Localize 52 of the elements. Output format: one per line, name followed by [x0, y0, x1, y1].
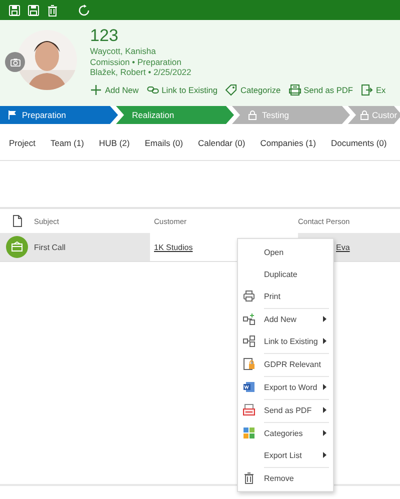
customer-link[interactable]: 1K Studios	[154, 242, 193, 252]
submenu-arrow-icon	[323, 407, 327, 413]
submenu-arrow-icon	[323, 384, 327, 390]
document-lock-icon	[243, 358, 255, 370]
delete-button[interactable]	[46, 4, 59, 16]
action-button[interactable]: Link to Existing	[146, 84, 218, 96]
lock-icon	[360, 110, 369, 120]
diagram-icon	[243, 335, 255, 347]
word-icon	[243, 381, 255, 393]
tag-icon	[225, 84, 238, 96]
categories-icon	[243, 427, 255, 439]
tab[interactable]: Calendar (0)	[198, 138, 246, 160]
tab[interactable]: Documents (0)	[330, 138, 387, 160]
tab[interactable]: HUB (2)	[99, 138, 130, 160]
camera-button[interactable]	[5, 52, 25, 72]
menu-item[interactable]: Link to Existing	[238, 330, 333, 352]
link-icon	[146, 84, 159, 96]
export-icon	[360, 84, 373, 96]
menu-item[interactable]: Print	[238, 285, 333, 307]
tab[interactable]: Companies (1)	[260, 138, 316, 160]
lock-icon	[248, 110, 257, 120]
stage-step[interactable]: Preparation	[0, 106, 118, 124]
contact-link[interactable]: Eva	[336, 242, 350, 252]
table-cell: First Call	[34, 242, 66, 252]
refresh-button[interactable]	[78, 4, 91, 16]
menu-item[interactable]: Open	[238, 241, 333, 263]
tab[interactable]: Team (1)	[50, 138, 84, 160]
record-title: 123	[90, 26, 120, 46]
submenu-arrow-icon	[323, 338, 327, 344]
action-button[interactable]: Ex	[360, 84, 386, 96]
record-detail: Waycott, Kanisha	[90, 46, 157, 56]
email-icon	[6, 236, 28, 258]
camera-icon	[10, 58, 20, 66]
record-detail: Comission • Preparation	[90, 56, 182, 67]
trash-icon	[243, 472, 255, 484]
action-button[interactable]: Categorize	[225, 84, 281, 96]
submenu-arrow-icon	[323, 452, 327, 458]
submenu-arrow-icon	[323, 430, 327, 436]
menu-item[interactable]: Duplicate	[238, 263, 333, 285]
menu-item[interactable]: Export List	[238, 444, 333, 466]
plus-icon	[90, 84, 102, 96]
action-button[interactable]: Add New	[90, 84, 139, 96]
flag-icon	[8, 110, 17, 120]
submenu-arrow-icon	[323, 316, 327, 322]
record-detail: Blažek, Robert • 2/25/2022	[90, 67, 192, 78]
diagram-add-icon	[243, 313, 255, 325]
tab[interactable]: Emails (0)	[144, 138, 183, 160]
action-button[interactable]: Send as PDF	[288, 84, 353, 96]
printer-icon	[243, 290, 255, 302]
save-as-button[interactable]	[8, 4, 21, 16]
tab[interactable]: Project	[9, 138, 36, 160]
save-button[interactable]	[27, 4, 40, 16]
